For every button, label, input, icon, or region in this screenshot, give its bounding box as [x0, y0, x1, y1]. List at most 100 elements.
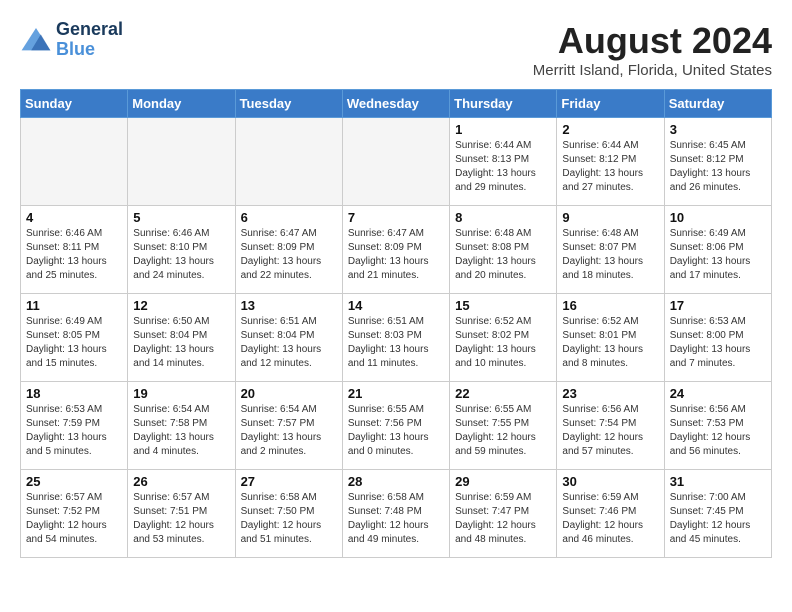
day-of-week-friday: Friday — [557, 90, 664, 118]
calendar-cell: 19 Sunrise: 6:54 AM Sunset: 7:58 PM Dayli… — [128, 382, 235, 470]
calendar-cell: 6 Sunrise: 6:47 AM Sunset: 8:09 PM Daylig… — [235, 206, 342, 294]
day-number: 10 — [670, 210, 766, 225]
calendar-header: SundayMondayTuesdayWednesdayThursdayFrid… — [21, 90, 772, 118]
day-info: Sunrise: 6:45 AM Sunset: 8:12 PM Dayligh… — [670, 139, 766, 195]
calendar-cell: 28Sunrise: 6:58 AM Sunset: 7:48 PM Dayli… — [342, 470, 449, 558]
day-number: 9 — [562, 210, 658, 225]
day-number: 18 — [26, 386, 122, 401]
day-info: Sunrise: 6:54 AM Sunset: 7:57 PM Dayligh… — [241, 403, 337, 459]
calendar-cell: 26Sunrise: 6:57 AM Sunset: 7:51 PM Dayli… — [128, 470, 235, 558]
calendar-cell: 15Sunrise: 6:52 AM Sunset: 8:02 PM Dayli… — [450, 294, 557, 382]
logo-icon — [20, 26, 52, 54]
day-info: Sunrise: 6:57 AM Sunset: 7:52 PM Dayligh… — [26, 491, 122, 547]
calendar-cell — [235, 118, 342, 206]
calendar-cell: 25Sunrise: 6:57 AM Sunset: 7:52 PM Dayli… — [21, 470, 128, 558]
calendar-cell: 27 Sunrise: 6:58 AM Sunset: 7:50 PM Dayli… — [235, 470, 342, 558]
logo-line1: General — [56, 20, 123, 40]
days-of-week-row: SundayMondayTuesdayWednesdayThursdayFrid… — [21, 90, 772, 118]
day-info: Sunrise: 6:49 AM Sunset: 8:06 PM Dayligh… — [670, 227, 766, 283]
day-number: 26 — [133, 474, 229, 489]
calendar-cell: 14 Sunrise: 6:51 AM Sunset: 8:03 PM Dayli… — [342, 294, 449, 382]
day-of-week-sunday: Sunday — [21, 90, 128, 118]
calendar-cell: 4 Sunrise: 6:46 AM Sunset: 8:11 PM Daylig… — [21, 206, 128, 294]
day-info: Sunrise: 6:59 AM Sunset: 7:47 PM Dayligh… — [455, 491, 551, 547]
day-info: Sunrise: 6:48 AM Sunset: 8:07 PM Dayligh… — [562, 227, 658, 283]
day-number: 13 — [241, 298, 337, 313]
day-info: Sunrise: 6:51 AM Sunset: 8:04 PM Dayligh… — [241, 315, 337, 371]
calendar-cell: 12 Sunrise: 6:50 AM Sunset: 8:04 PM Dayli… — [128, 294, 235, 382]
day-of-week-tuesday: Tuesday — [235, 90, 342, 118]
day-number: 3 — [670, 122, 766, 137]
month-title: August 2024 — [533, 20, 772, 62]
day-info: Sunrise: 6:55 AM Sunset: 7:55 PM Dayligh… — [455, 403, 551, 459]
day-info: Sunrise: 6:51 AM Sunset: 8:03 PM Dayligh… — [348, 315, 444, 371]
calendar-cell: 20 Sunrise: 6:54 AM Sunset: 7:57 PM Dayli… — [235, 382, 342, 470]
day-number: 21 — [348, 386, 444, 401]
day-info: Sunrise: 6:53 AM Sunset: 8:00 PM Dayligh… — [670, 315, 766, 371]
day-of-week-monday: Monday — [128, 90, 235, 118]
header: General Blue August 2024 Merritt Island,… — [20, 20, 772, 79]
calendar-cell: 16Sunrise: 6:52 AM Sunset: 8:01 PM Dayli… — [557, 294, 664, 382]
logo: General Blue — [20, 20, 123, 60]
day-info: Sunrise: 6:53 AM Sunset: 7:59 PM Dayligh… — [26, 403, 122, 459]
day-of-week-saturday: Saturday — [664, 90, 771, 118]
calendar-cell — [128, 118, 235, 206]
day-info: Sunrise: 6:49 AM Sunset: 8:05 PM Dayligh… — [26, 315, 122, 371]
day-info: Sunrise: 6:44 AM Sunset: 8:12 PM Dayligh… — [562, 139, 658, 195]
day-number: 11 — [26, 298, 122, 313]
day-number: 20 — [241, 386, 337, 401]
day-number: 4 — [26, 210, 122, 225]
calendar-cell: 1 Sunrise: 6:44 AM Sunset: 8:13 PM Daylig… — [450, 118, 557, 206]
day-number: 27 — [241, 474, 337, 489]
calendar-cell: 8Sunrise: 6:48 AM Sunset: 8:08 PM Daylig… — [450, 206, 557, 294]
day-info: Sunrise: 6:50 AM Sunset: 8:04 PM Dayligh… — [133, 315, 229, 371]
day-number: 7 — [348, 210, 444, 225]
calendar-cell: 22 Sunrise: 6:55 AM Sunset: 7:55 PM Dayli… — [450, 382, 557, 470]
week-row-3: 11 Sunrise: 6:49 AM Sunset: 8:05 PM Dayli… — [21, 294, 772, 382]
title-area: August 2024 Merritt Island, Florida, Uni… — [533, 20, 772, 79]
day-number: 19 — [133, 386, 229, 401]
day-number: 23 — [562, 386, 658, 401]
calendar-cell: 29 Sunrise: 6:59 AM Sunset: 7:47 PM Dayli… — [450, 470, 557, 558]
calendar-cell: 24Sunrise: 6:56 AM Sunset: 7:53 PM Dayli… — [664, 382, 771, 470]
day-number: 31 — [670, 474, 766, 489]
day-number: 2 — [562, 122, 658, 137]
day-number: 17 — [670, 298, 766, 313]
day-number: 1 — [455, 122, 551, 137]
day-info: Sunrise: 6:46 AM Sunset: 8:11 PM Dayligh… — [26, 227, 122, 283]
day-info: Sunrise: 6:48 AM Sunset: 8:08 PM Dayligh… — [455, 227, 551, 283]
day-info: Sunrise: 6:56 AM Sunset: 7:53 PM Dayligh… — [670, 403, 766, 459]
calendar-body: 1 Sunrise: 6:44 AM Sunset: 8:13 PM Daylig… — [21, 118, 772, 558]
day-of-week-wednesday: Wednesday — [342, 90, 449, 118]
calendar-cell: 11 Sunrise: 6:49 AM Sunset: 8:05 PM Dayli… — [21, 294, 128, 382]
week-row-5: 25Sunrise: 6:57 AM Sunset: 7:52 PM Dayli… — [21, 470, 772, 558]
calendar-cell: 2 Sunrise: 6:44 AM Sunset: 8:12 PM Daylig… — [557, 118, 664, 206]
calendar-cell: 10 Sunrise: 6:49 AM Sunset: 8:06 PM Dayli… — [664, 206, 771, 294]
day-number: 22 — [455, 386, 551, 401]
week-row-2: 4 Sunrise: 6:46 AM Sunset: 8:11 PM Daylig… — [21, 206, 772, 294]
day-number: 14 — [348, 298, 444, 313]
calendar-cell: 9 Sunrise: 6:48 AM Sunset: 8:07 PM Daylig… — [557, 206, 664, 294]
day-info: Sunrise: 6:47 AM Sunset: 8:09 PM Dayligh… — [241, 227, 337, 283]
day-number: 12 — [133, 298, 229, 313]
week-row-1: 1 Sunrise: 6:44 AM Sunset: 8:13 PM Daylig… — [21, 118, 772, 206]
day-info: Sunrise: 6:58 AM Sunset: 7:48 PM Dayligh… — [348, 491, 444, 547]
day-info: Sunrise: 6:52 AM Sunset: 8:01 PM Dayligh… — [562, 315, 658, 371]
day-info: Sunrise: 6:52 AM Sunset: 8:02 PM Dayligh… — [455, 315, 551, 371]
calendar-cell — [21, 118, 128, 206]
calendar-cell: 30Sunrise: 6:59 AM Sunset: 7:46 PM Dayli… — [557, 470, 664, 558]
day-info: Sunrise: 6:47 AM Sunset: 8:09 PM Dayligh… — [348, 227, 444, 283]
day-number: 5 — [133, 210, 229, 225]
day-number: 6 — [241, 210, 337, 225]
calendar-cell: 13 Sunrise: 6:51 AM Sunset: 8:04 PM Dayli… — [235, 294, 342, 382]
calendar-cell: 7 Sunrise: 6:47 AM Sunset: 8:09 PM Daylig… — [342, 206, 449, 294]
day-info: Sunrise: 6:56 AM Sunset: 7:54 PM Dayligh… — [562, 403, 658, 459]
calendar-cell: 17 Sunrise: 6:53 AM Sunset: 8:00 PM Dayli… — [664, 294, 771, 382]
day-info: Sunrise: 6:58 AM Sunset: 7:50 PM Dayligh… — [241, 491, 337, 547]
day-info: Sunrise: 6:54 AM Sunset: 7:58 PM Dayligh… — [133, 403, 229, 459]
calendar-cell: 18 Sunrise: 6:53 AM Sunset: 7:59 PM Dayli… — [21, 382, 128, 470]
logo-line2: Blue — [56, 39, 95, 59]
day-info: Sunrise: 6:44 AM Sunset: 8:13 PM Dayligh… — [455, 139, 551, 195]
day-number: 29 — [455, 474, 551, 489]
day-info: Sunrise: 6:59 AM Sunset: 7:46 PM Dayligh… — [562, 491, 658, 547]
